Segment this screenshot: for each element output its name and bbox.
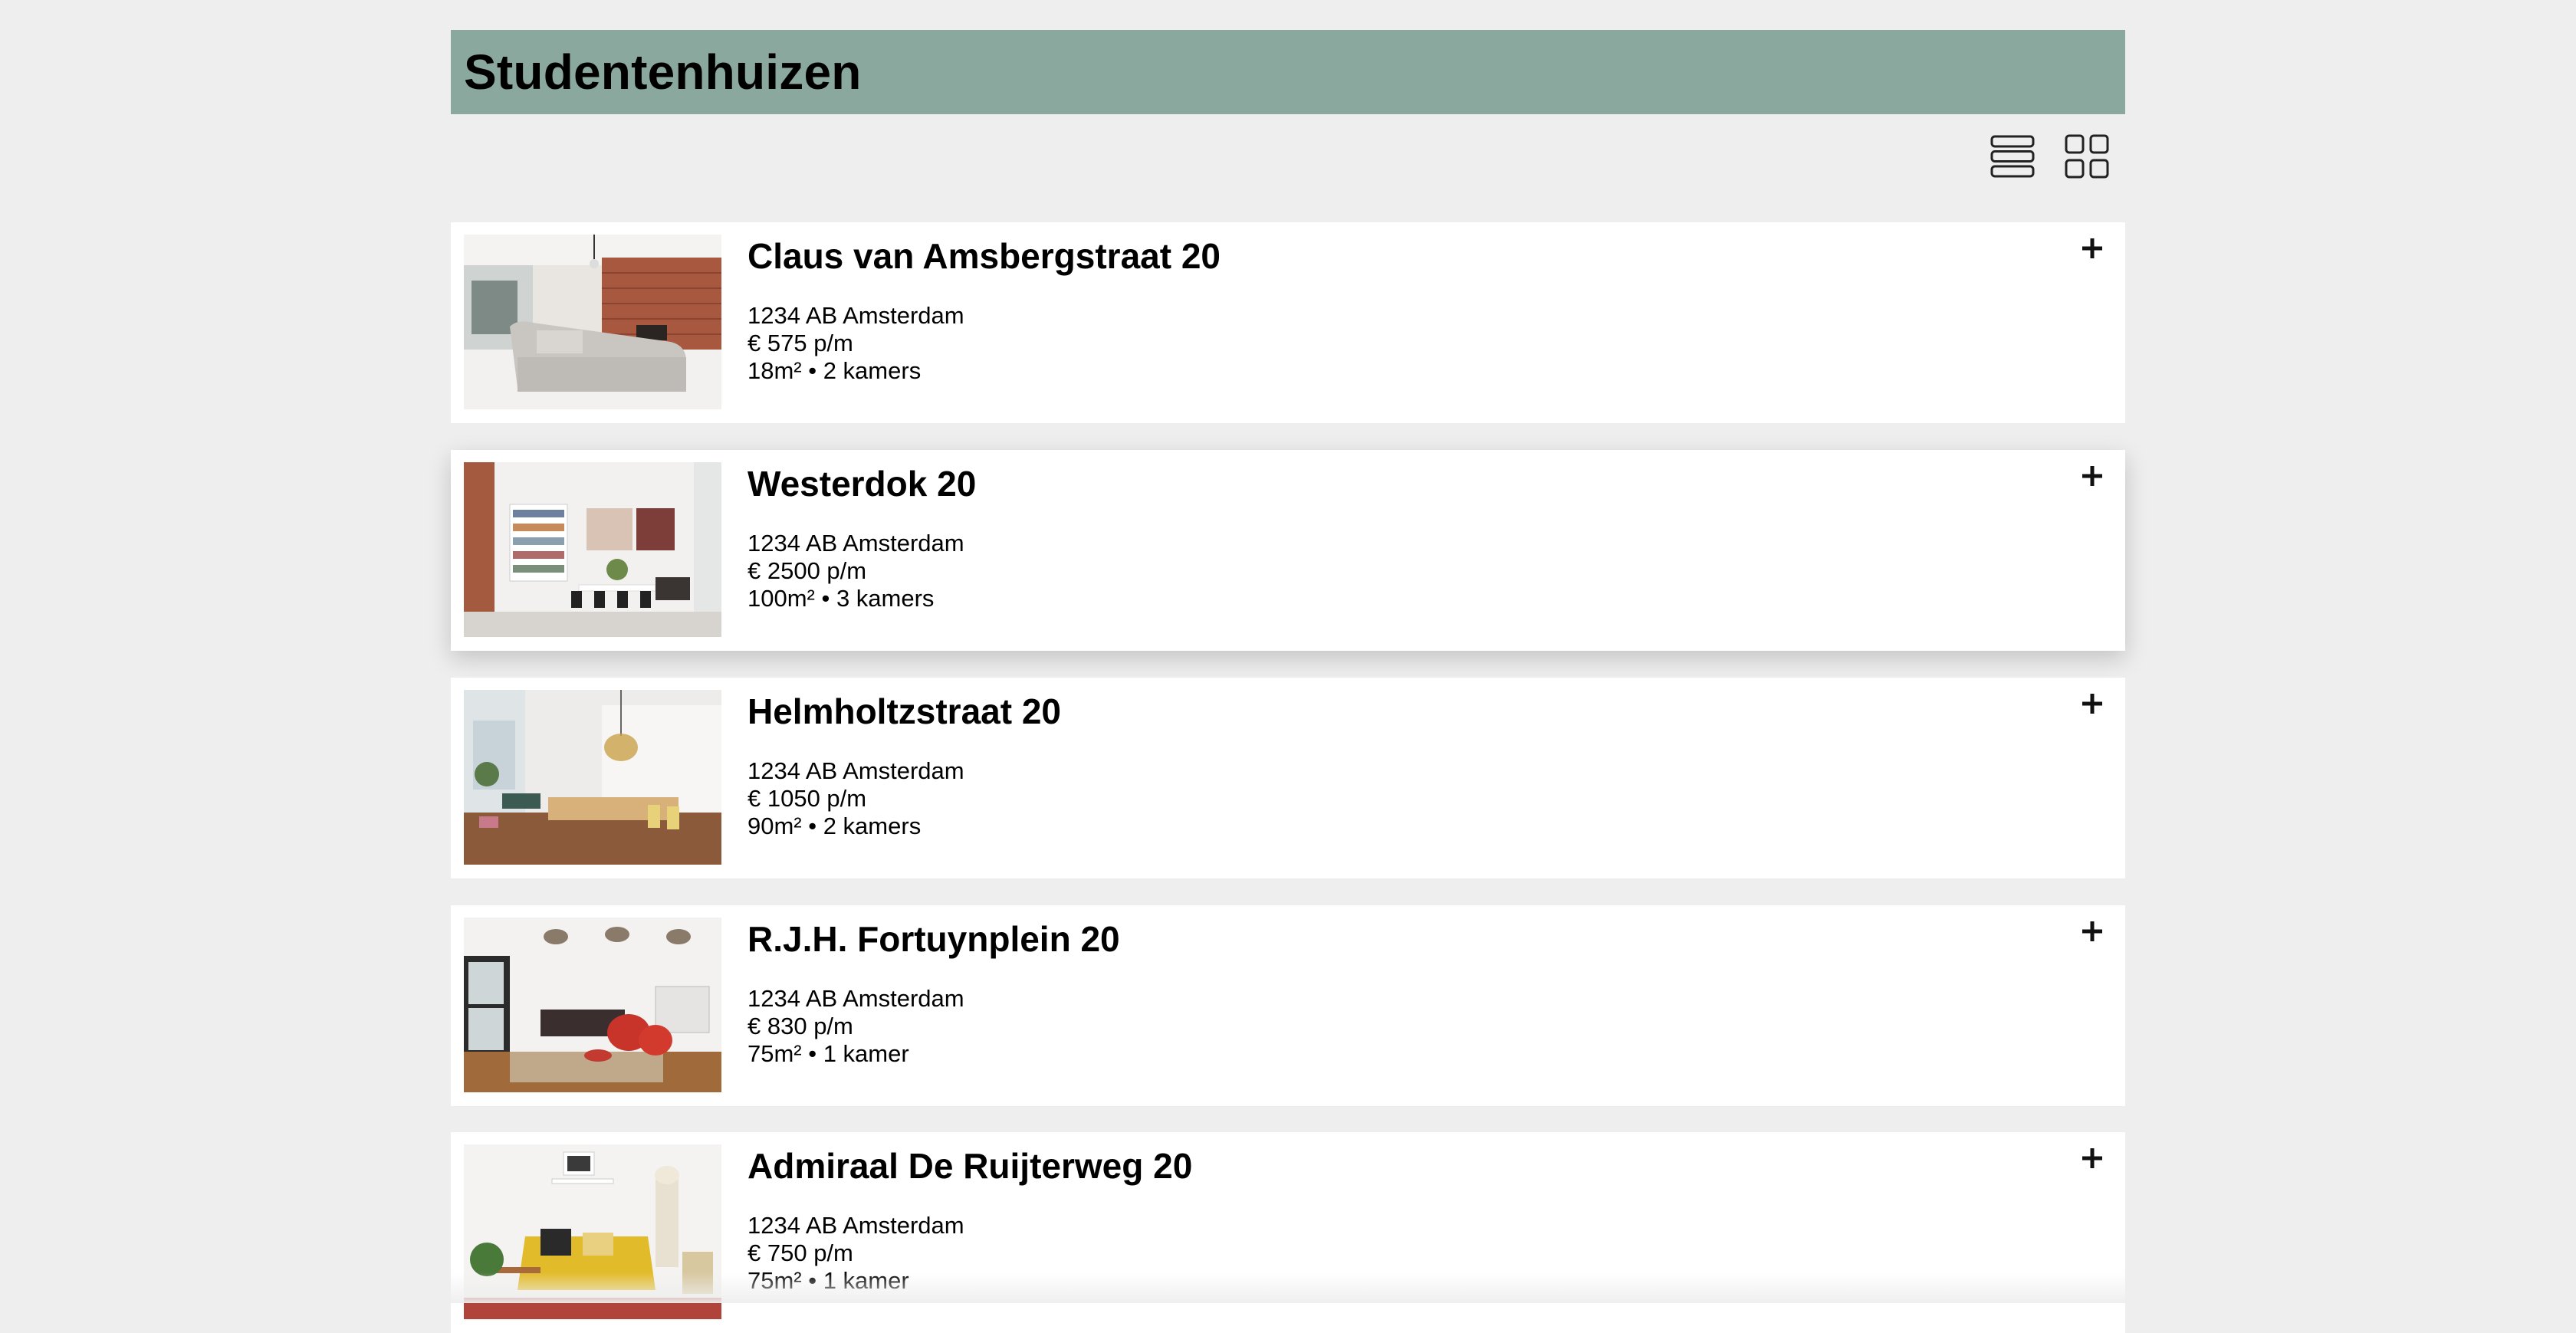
add-listing-button[interactable] (2077, 688, 2108, 719)
listing-price: € 830 p/m (748, 1013, 853, 1039)
grid-view-icon (2065, 134, 2109, 179)
listing-title[interactable]: Westerdok 20 (748, 462, 976, 505)
listing-price: € 750 p/m (748, 1239, 853, 1266)
plus-icon (2082, 238, 2102, 258)
listing-card[interactable]: Claus van Amsbergstraat 20 1234 AB Amste… (451, 222, 2125, 423)
listing-address: 1234 AB Amsterdam (748, 757, 964, 784)
add-listing-button[interactable] (2077, 233, 2108, 264)
listing-address: 1234 AB Amsterdam (748, 530, 964, 557)
listing-title[interactable]: R.J.H. Fortuynplein 20 (748, 918, 1120, 960)
listing-address: 1234 AB Amsterdam (748, 302, 964, 329)
list-view-button[interactable] (1990, 133, 2036, 179)
listing-meta: 1234 AB Amsterdam € 575 p/m 18m² • 2 kam… (748, 302, 964, 385)
page-title: Studentenhuizen (464, 44, 862, 100)
plus-icon (2082, 1148, 2102, 1168)
listing-details: 18m² • 2 kamers (748, 357, 922, 384)
grid-view-button[interactable] (2064, 133, 2110, 179)
listing-price: € 1050 p/m (748, 785, 867, 812)
plus-icon (2082, 466, 2102, 486)
plus-icon (2082, 921, 2102, 941)
listing-card[interactable]: R.J.H. Fortuynplein 20 1234 AB Amsterdam… (451, 905, 2125, 1106)
listing-title[interactable]: Helmholtzstraat 20 (748, 690, 1061, 733)
plus-icon (2082, 694, 2102, 714)
listing-photo (464, 235, 721, 409)
add-listing-button[interactable] (2077, 461, 2108, 491)
listing-address: 1234 AB Amsterdam (748, 1212, 964, 1239)
list-view-icon (1990, 135, 2035, 178)
listing-photo (464, 918, 721, 1092)
listing-title[interactable]: Admiraal De Ruijterweg 20 (748, 1144, 1192, 1187)
listing-price: € 2500 p/m (748, 557, 867, 584)
listing-photo (464, 690, 721, 865)
listing-price: € 575 p/m (748, 330, 853, 356)
listing-title[interactable]: Claus van Amsbergstraat 20 (748, 235, 1221, 277)
listing-details: 100m² • 3 kamers (748, 585, 935, 612)
page-header: Studentenhuizen (451, 30, 2125, 114)
listing-details: 90m² • 2 kamers (748, 813, 922, 839)
listing-meta: 1234 AB Amsterdam € 830 p/m 75m² • 1 kam… (748, 985, 964, 1068)
listing-photo (464, 1144, 721, 1319)
listing-meta: 1234 AB Amsterdam € 2500 p/m 100m² • 3 k… (748, 530, 964, 612)
listing-details: 75m² • 1 kamer (748, 1267, 909, 1294)
listing-meta: 1234 AB Amsterdam € 1050 p/m 90m² • 2 ka… (748, 757, 964, 840)
listing-card[interactable]: Westerdok 20 1234 AB Amsterdam € 2500 p/… (451, 450, 2125, 651)
page-header-container: Studentenhuizen (451, 30, 2125, 114)
listing-card[interactable]: Helmholtzstraat 20 1234 AB Amsterdam € 1… (451, 678, 2125, 878)
add-listing-button[interactable] (2077, 916, 2108, 947)
listing-photo (464, 462, 721, 637)
listing-meta: 1234 AB Amsterdam € 750 p/m 75m² • 1 kam… (748, 1212, 964, 1295)
listing-address: 1234 AB Amsterdam (748, 985, 964, 1012)
listing-details: 75m² • 1 kamer (748, 1040, 909, 1067)
add-listing-button[interactable] (2077, 1143, 2108, 1174)
